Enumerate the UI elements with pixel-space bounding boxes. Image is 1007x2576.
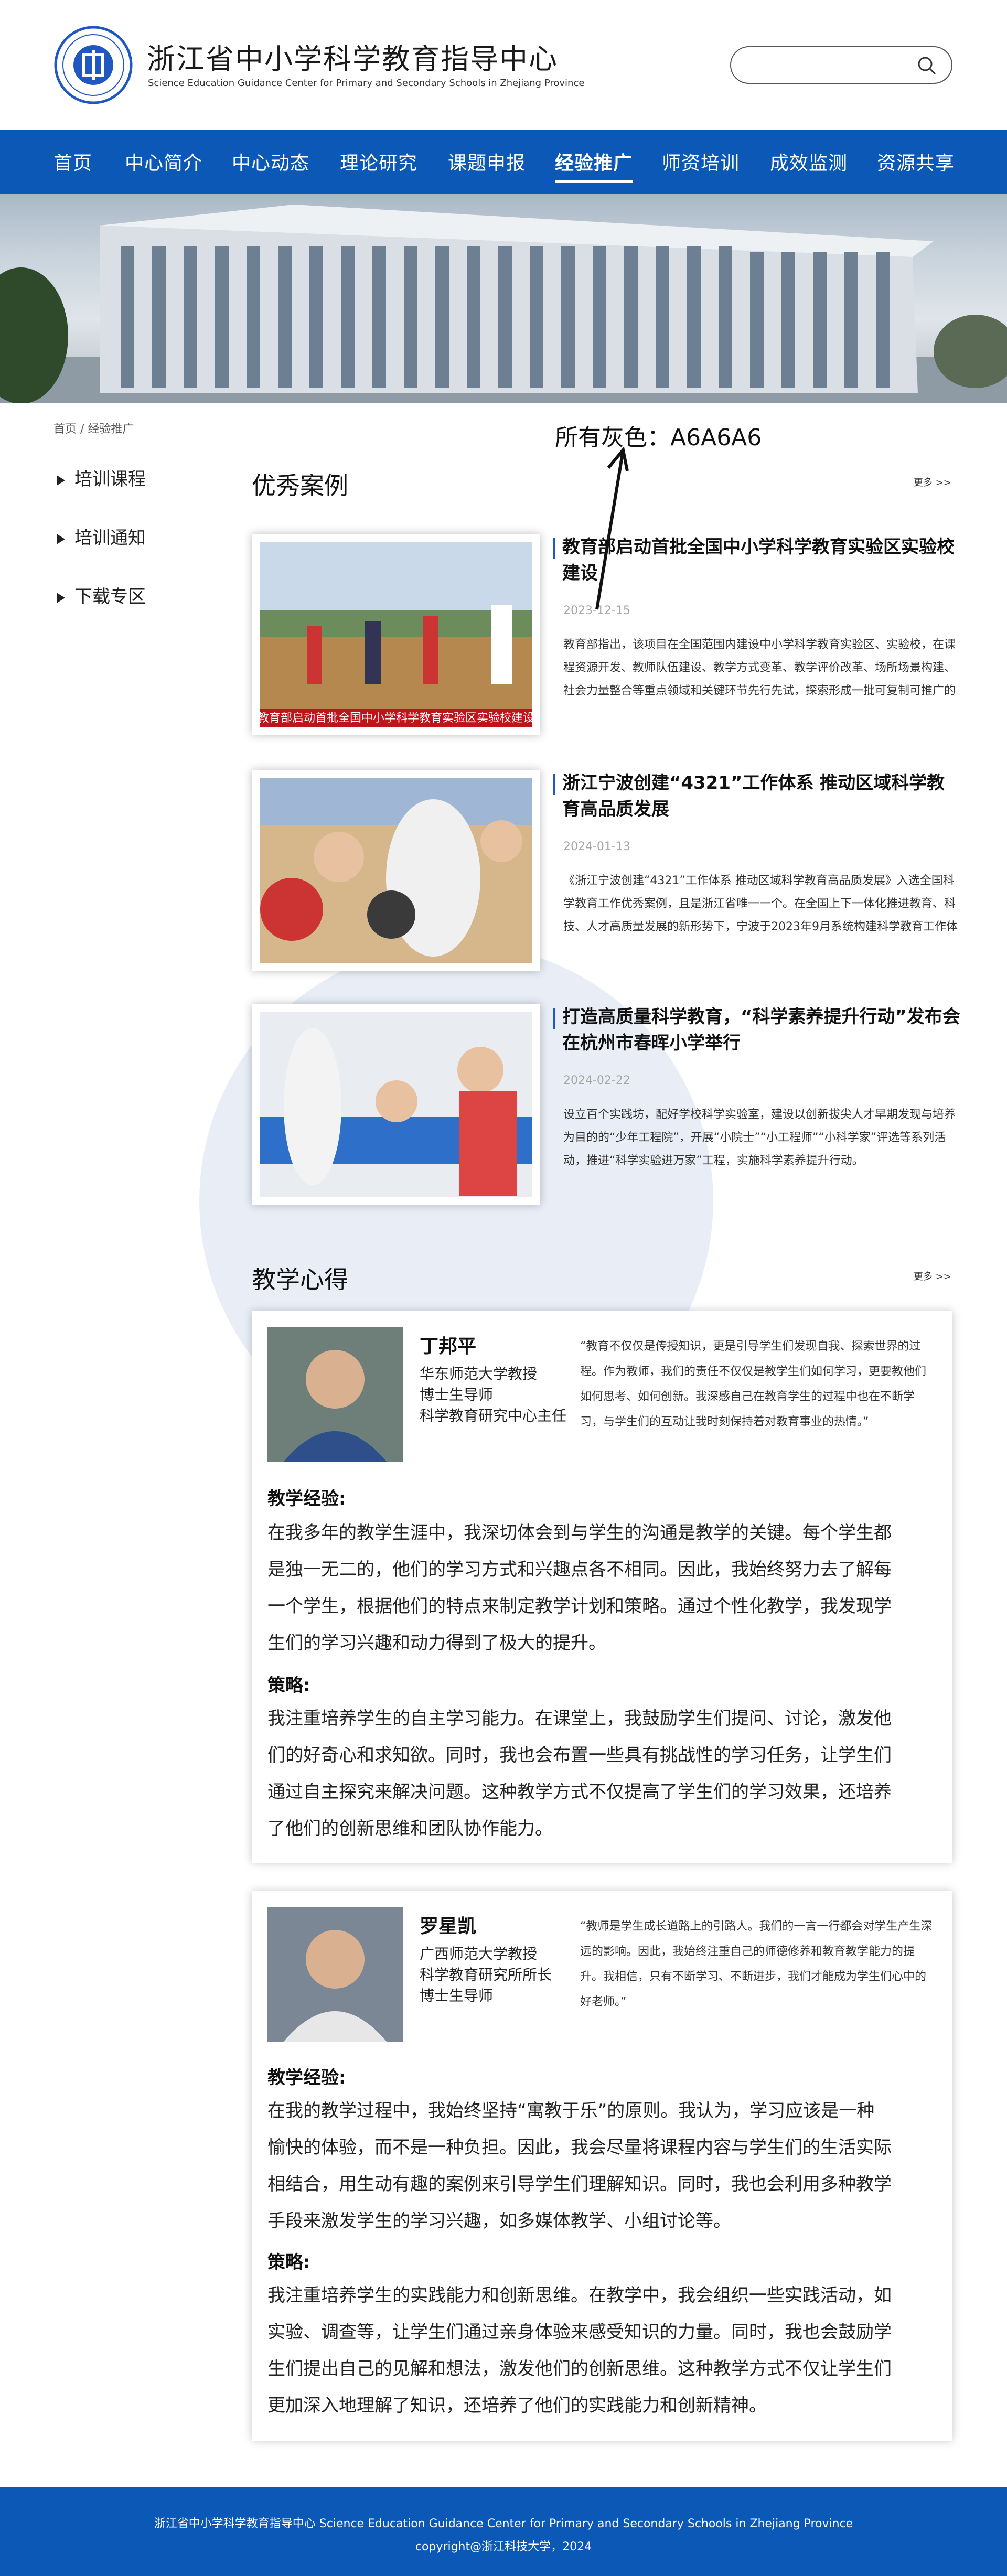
experience-line: 在我的教学过程中，我始终坚持“寓教于乐”的原则。我认为，学习应该是一种 [267, 2100, 875, 2121]
sidebar-item-label: 下载专区 [74, 586, 146, 607]
case-title[interactable]: 浙江宁波创建“4321”工作体系 推动区域科学教育高品质发展 [553, 770, 962, 822]
experience-line: 手段来激发学生的学习兴趣，如多媒体教学、小组讨论等。 [267, 2210, 731, 2231]
teacher-quote: “教育不仅仅是传授知识，更是引导学生们发现自我、探索世界的过程。作为教师，我们的… [580, 1340, 927, 1429]
teacher-role: 广西师范大学教授 [420, 1945, 538, 1962]
teacher-role: 博士生导师 [420, 1386, 494, 1403]
case-image[interactable]: 教育部启动首批全国中小学科学教育实验区实验校建设 [252, 534, 540, 735]
annotation-arrow-icon [595, 446, 629, 610]
site-subtitle: Science Education Guidance Center for Pr… [148, 78, 585, 89]
experience-line: 愉快的体验，而不是一种负担。因此，我会尽量将课程内容与学生们的生活实际 [267, 2137, 892, 2158]
teacher-role: 博士生导师 [420, 1987, 494, 2004]
sidebar-item-downloads[interactable]: 下载专区 [57, 582, 146, 608]
nav-experience[interactable]: 经验推广 [555, 148, 633, 183]
header: 浙江省中小学科学教育指导中心 Science Education Guidanc… [0, 0, 1007, 130]
case-date: 2024-01-13 [563, 840, 630, 853]
cases-more-link[interactable]: 更多 >> [914, 475, 951, 489]
sidebar-item-label: 培训通知 [74, 528, 146, 549]
nav-about[interactable]: 中心简介 [125, 148, 202, 175]
teacher-role: 科学教育研究中心主任 [420, 1407, 567, 1424]
case-description: 《浙江宁波创建“4321”工作体系 推动区域科学教育高品质发展》入选全国科学教育… [563, 874, 958, 933]
strategy-line: 通过自主探究来解决问题。这种教学方式不仅提高了学生们的学习效果，还培养 [267, 1781, 892, 1802]
strategy-heading: 策略: [267, 2252, 310, 2273]
footer: 浙江省中小学科学教育指导中心 Science Education Guidanc… [0, 2487, 1007, 2576]
breadcrumb: 首页 / 经验推广 [53, 423, 134, 436]
teacher-name: 丁邦平 [420, 1336, 477, 1357]
nav-news[interactable]: 中心动态 [232, 148, 309, 175]
nav-projects[interactable]: 课题申报 [448, 148, 526, 175]
case-description: 设立百个实践坊，配好学校科学实验室，建设以创新拔尖人才早期发现与培养为目的的“少… [563, 1108, 956, 1167]
strategy-line: 我注重培养学生的实践能力和创新思维。在教学中，我会组织一些实践活动，如 [267, 2285, 892, 2306]
teaching-more-link[interactable]: 更多 >> [914, 1269, 951, 1283]
strategy-heading: 策略: [267, 1675, 310, 1696]
teaching-title: 教学心得 [252, 1265, 348, 1294]
triangle-right-icon [57, 533, 65, 544]
teacher-quote: “教师是学生成长道路上的引路人。我们的一言一行都会对学生产生深远的影响。因此，我… [580, 1920, 933, 2009]
triangle-right-icon [57, 475, 65, 486]
case-description: 教育部指出，该项目在全国范围内建设中小学科学教育实验区、实验校，在课程资源开发、… [563, 638, 956, 697]
footer-copyright: copyright@浙江科技大学，2024 [415, 2540, 592, 2553]
case-card[interactable]: 打造高质量科学教育，“科学素养提升行动”发布会在杭州市春晖小学举行 2024-0… [252, 1004, 960, 1208]
case-image[interactable] [252, 770, 540, 971]
strategy-line: 更加深入地理解了知识，还培养了他们的实践能力和创新精神。 [267, 2395, 767, 2416]
strategy-line: 了他们的创新思维和团队协作能力。 [267, 1818, 553, 1839]
experience-line: 生们的学习兴趣和动力得到了极大的提升。 [267, 1633, 606, 1654]
nav-research[interactable]: 理论研究 [340, 148, 417, 175]
experience-heading: 教学经验: [267, 2067, 346, 2088]
footer-title: 浙江省中小学科学教育指导中心 Science Education Guidanc… [154, 2517, 853, 2530]
case-date: 2024-02-22 [563, 1074, 630, 1087]
nav-monitoring[interactable]: 成效监测 [770, 148, 848, 175]
teacher-photo [267, 1907, 403, 2042]
sidebar-item-notices[interactable]: 培训通知 [57, 523, 146, 549]
strategy-line: 实验、调查等，让学生们通过亲身体验来感受知识的力量。同时，我也会鼓励学 [267, 2322, 892, 2343]
case-card[interactable]: 浙江宁波创建“4321”工作体系 推动区域科学教育高品质发展 2024-01-1… [252, 770, 958, 974]
sidebar-item-label: 培训课程 [74, 469, 146, 490]
building-image [0, 205, 1007, 403]
teacher-card: 罗星凯 广西师范大学教授 科学教育研究所所长 博士生导师 “教师是学生成长道路上… [252, 1891, 952, 2441]
strategy-line: 生们提出自己的见解和想法，激发他们的创新思维。这种教学方式不仅让学生们 [267, 2358, 892, 2379]
main-nav: 首页 中心简介 中心动态 理论研究 课题申报 经验推广 师资培训 成效监测 资源… [0, 130, 1007, 194]
triangle-right-icon [57, 592, 65, 603]
site-title: 浙江省中小学科学教育指导中心 [147, 42, 558, 76]
search-icon[interactable] [917, 56, 937, 76]
nav-home[interactable]: 首页 [53, 148, 92, 175]
nav-resources[interactable]: 资源共享 [877, 148, 955, 175]
teacher-role: 华东师范大学教授 [420, 1365, 538, 1382]
case-image[interactable] [252, 1004, 540, 1205]
annotation-note: 所有灰色：A6A6A6 [555, 424, 762, 451]
nav-training[interactable]: 师资培训 [662, 148, 740, 175]
teacher-role: 科学教育研究所所长 [420, 1966, 552, 1983]
experience-line: 相结合，用生动有趣的案例来引导学生们理解知识。同时，我也会利用多种教学 [267, 2174, 892, 2195]
experience-line: 是独一无二的，他们的学习方式和兴趣点各不相同。因此，我始终努力去了解每 [267, 1559, 892, 1580]
cases-title: 优秀案例 [252, 471, 348, 500]
teacher-photo [267, 1327, 403, 1462]
case-image-caption: 教育部启动首批全国中小学科学教育实验区实验校建设 [260, 712, 532, 725]
site-logo[interactable] [53, 25, 133, 105]
strategy-line: 我注重培养学生的自主学习能力。在课堂上，我鼓励学生们提问、讨论，激发他 [267, 1708, 892, 1729]
hero-banner [0, 194, 1007, 403]
strategy-line: 们的好奇心和求知欲。同时，我也会布置一些具有挑战性的学习任务，让学生们 [267, 1745, 892, 1766]
sidebar-item-courses[interactable]: 培训课程 [57, 465, 146, 490]
teacher-name: 罗星凯 [420, 1916, 477, 1937]
experience-line: 一个学生，根据他们的特点来制定教学计划和策略。通过个性化教学，我发现学 [267, 1596, 892, 1617]
search-input[interactable] [730, 46, 952, 84]
experience-line: 在我多年的教学生涯中，我深切体会到与学生的沟通是教学的关键。每个学生都 [267, 1522, 892, 1543]
teacher-card: 丁邦平 华东师范大学教授 博士生导师 科学教育研究中心主任 “教育不仅仅是传授知… [252, 1311, 952, 1863]
case-title[interactable]: 打造高质量科学教育，“科学素养提升行动”发布会在杭州市春晖小学举行 [553, 1004, 962, 1056]
experience-heading: 教学经验: [267, 1488, 346, 1509]
